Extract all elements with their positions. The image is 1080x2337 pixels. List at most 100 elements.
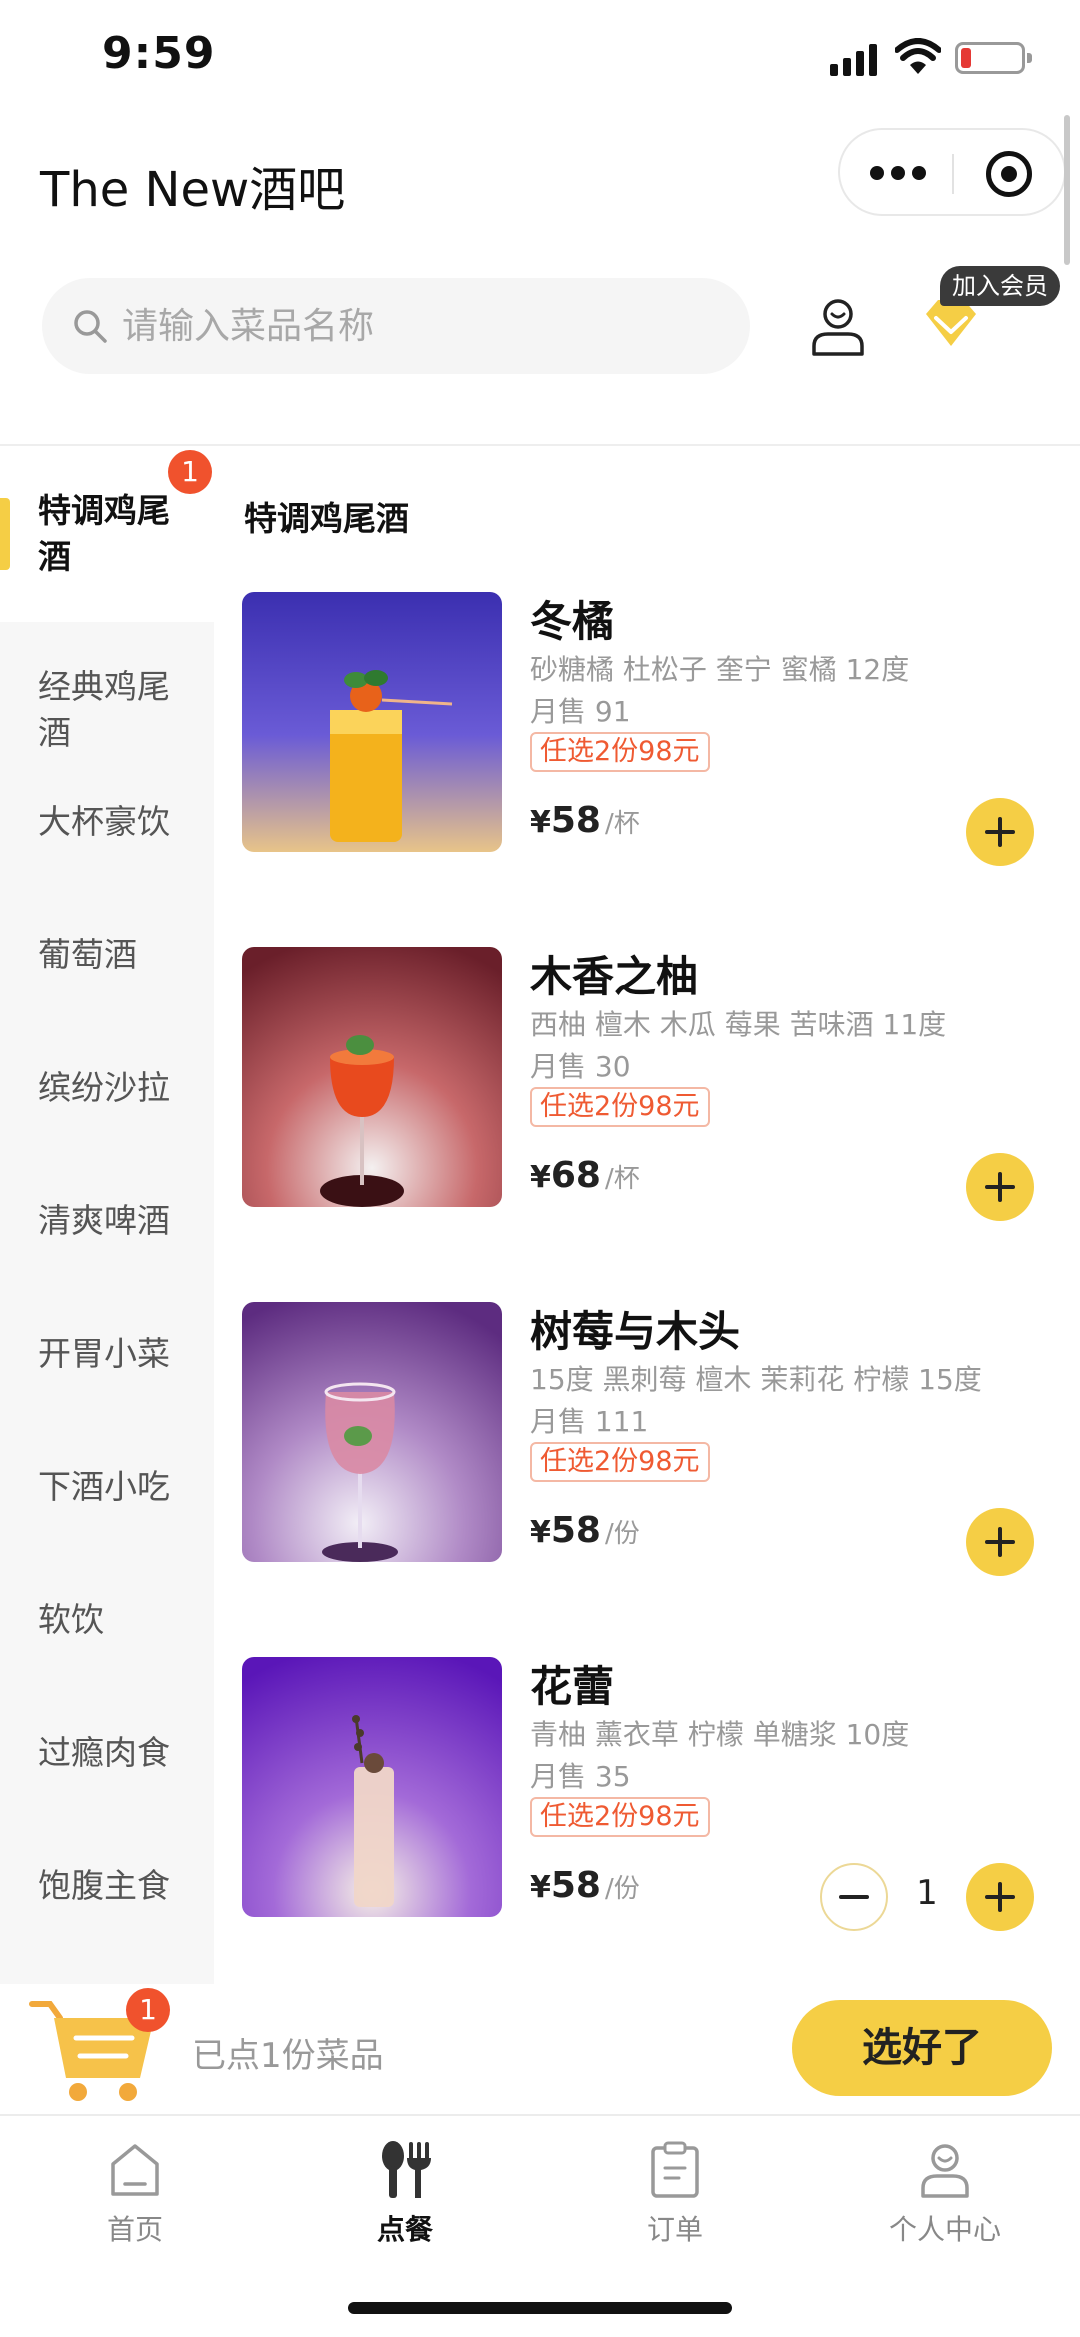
promo-tag: 任选2份98元 [530,732,710,772]
sidebar-item-label: 缤纷沙拉 [38,1068,170,1107]
price-value: 58 [550,800,601,841]
miniprogram-capsule [838,128,1066,216]
product-description: 15度 黑刺莓 檀木 茉莉花 柠檬 15度 [530,1363,982,1396]
tab-order-food[interactable]: 点餐 [270,2130,540,2260]
tab-label: 个人中心 [888,2213,1001,2246]
checkout-button[interactable]: 选好了 [792,2000,1052,2096]
sidebar-item-label: 软饮 [38,1600,104,1639]
add-to-cart-button[interactable] [966,1508,1034,1576]
cart-bar: 1 已点1份菜品 选好了 [0,1984,1080,2114]
sidebar-item-special-cocktail[interactable]: 特调鸡尾酒 1 [0,446,214,622]
product-image[interactable] [242,1302,502,1562]
sidebar-item-label: 过瘾肉食 [38,1733,170,1772]
sidebar-item-label: 葡萄酒 [38,935,137,974]
currency-symbol: ¥ [530,1515,551,1550]
currency-symbol: ¥ [530,1870,551,1905]
home-icon [111,2144,159,2196]
home-indicator [348,2302,732,2314]
product-image[interactable] [242,592,502,852]
currency-symbol: ¥ [530,1160,551,1195]
utensils-icon [382,2141,431,2198]
app-title: The New酒吧 [40,162,346,218]
product-card: 树莓与木头 15度 黑刺莓 檀木 茉莉花 柠檬 15度 月售 111 任选2份9… [242,1302,1052,1576]
product-price: ¥58/份 [530,1510,640,1551]
add-to-cart-button[interactable] [966,1153,1034,1221]
product-name: 树莓与木头 [530,1307,741,1356]
sidebar-item-label: 清爽啤酒 [38,1201,170,1240]
sidebar-item-soft-drinks[interactable]: 软饮 [0,1553,214,1686]
sidebar-item-classic-cocktail[interactable]: 经典鸡尾酒 [0,622,214,755]
product-card: 木香之柚 西柚 檀木 木瓜 莓果 苦味酒 11度 月售 30 任选2份98元 ¥… [242,947,1052,1221]
search-box[interactable] [42,278,750,374]
sidebar-item-label: 开胃小菜 [38,1334,170,1373]
tab-profile[interactable]: 个人中心 [810,2130,1080,2260]
product-price: ¥58/份 [530,1865,640,1906]
product-description: 西柚 檀木 木瓜 莓果 苦味酒 11度 [530,1008,947,1041]
tab-label: 点餐 [376,2213,433,2246]
close-miniprogram-icon[interactable] [986,151,1032,197]
tab-label: 首页 [106,2213,163,2246]
product-description: 青柚 薰衣草 柠檬 单糖浆 10度 [530,1718,910,1751]
product-price: ¥58/杯 [530,800,640,841]
battery-level [961,48,972,68]
promo-tag: 任选2份98元 [530,1797,710,1837]
signal-icon [830,44,880,76]
product-image[interactable] [242,1657,502,1917]
sidebar-item-meat[interactable]: 过瘾肉食 [0,1686,214,1819]
status-time: 9:59 [102,28,216,79]
price-value: 68 [550,1155,601,1196]
user-icon [921,2144,969,2198]
sidebar-item-wine[interactable]: 葡萄酒 [0,888,214,1021]
add-to-cart-button[interactable] [966,1863,1034,1931]
capsule-divider [952,154,954,194]
price-value: 58 [550,1510,601,1551]
search-icon [74,310,107,343]
product-monthly-sales: 月售 111 [530,1405,649,1438]
product-monthly-sales: 月售 35 [530,1760,631,1793]
tab-orders[interactable]: 订单 [540,2130,810,2260]
cart-summary: 已点1份菜品 [192,2036,384,2076]
product-description: 砂糖橘 杜松子 奎宁 蜜橘 12度 [530,653,910,686]
cart-count-badge: 1 [126,1988,170,2032]
product-card: 花蕾 青柚 薰衣草 柠檬 单糖浆 10度 月售 35 任选2份98元 ¥58/份… [242,1657,1052,1931]
product-name: 冬橘 [530,597,615,646]
user-icon[interactable] [808,296,868,358]
scrollbar[interactable] [1064,115,1070,265]
add-to-cart-button[interactable] [966,798,1034,866]
section-title: 特调鸡尾酒 [244,499,409,538]
sidebar-item-salad[interactable]: 缤纷沙拉 [0,1021,214,1154]
more-icon[interactable] [870,166,926,182]
sidebar-item-label: 下酒小吃 [38,1467,170,1506]
sidebar-item-snacks[interactable]: 下酒小吃 [0,1420,214,1553]
promo-tag: 任选2份98元 [530,1442,710,1482]
sidebar-item-label: 经典鸡尾酒 [38,667,170,752]
product-name: 木香之柚 [530,952,699,1001]
clipboard-icon [651,2141,699,2198]
product-image[interactable] [242,947,502,1207]
product-monthly-sales: 月售 30 [530,1050,631,1083]
wifi-icon [895,38,941,74]
sidebar-item-beer[interactable]: 清爽啤酒 [0,1154,214,1287]
sidebar-item-label: 特调鸡尾酒 [38,491,170,576]
price-value: 58 [550,1865,601,1906]
battery-icon [955,42,1032,74]
price-unit: /份 [604,1519,640,1549]
tab-home[interactable]: 首页 [0,2130,270,2260]
sidebar-item-label: 大杯豪饮 [38,802,170,841]
promo-tag: 任选2份98元 [530,1087,710,1127]
search-input[interactable] [122,296,722,356]
sidebar-item-big-cup[interactable]: 大杯豪饮 [0,755,214,888]
quantity-value: 1 [916,1873,938,1913]
active-indicator [0,498,10,570]
category-count-badge: 1 [168,450,212,494]
join-member-badge[interactable]: 加入会员 [940,266,1060,306]
price-unit: /杯 [604,1164,640,1194]
decrease-quantity-button[interactable] [820,1863,888,1931]
sidebar-item-staple[interactable]: 饱腹主食 [0,1819,214,1984]
product-card: 冬橘 砂糖橘 杜松子 奎宁 蜜橘 12度 月售 91 任选2份98元 ¥58/杯 [242,592,1052,866]
sidebar-item-appetizer[interactable]: 开胃小菜 [0,1287,214,1420]
product-price: ¥68/杯 [530,1155,640,1196]
currency-symbol: ¥ [530,805,551,840]
sidebar-item-label: 饱腹主食 [38,1866,170,1905]
tab-label: 订单 [646,2213,703,2246]
